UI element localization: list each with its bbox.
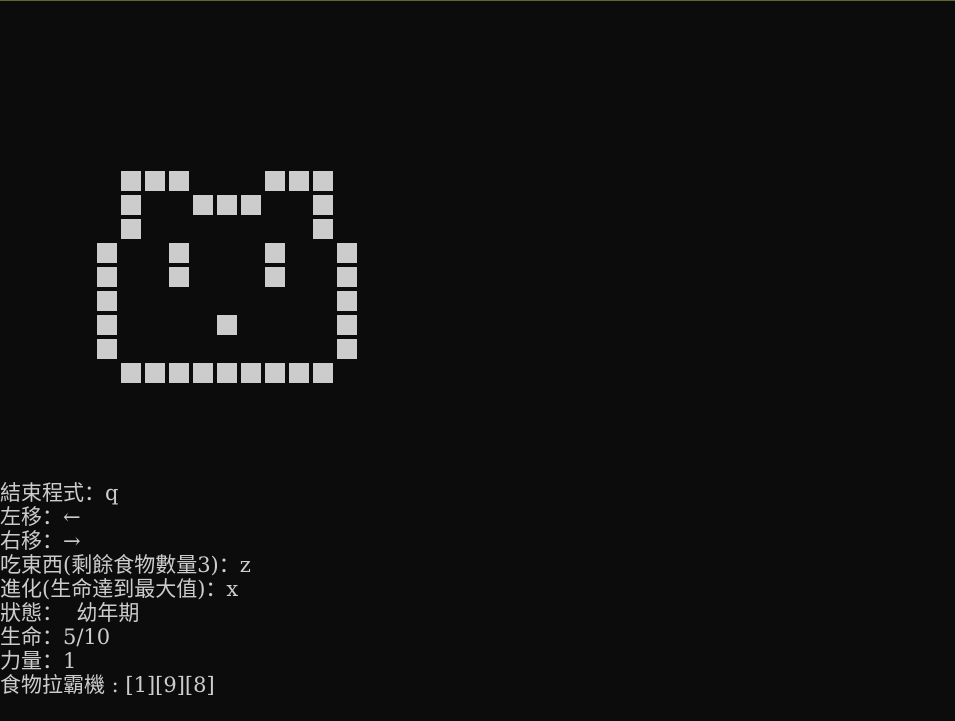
pet-pixel [217,195,237,215]
pet-pixel [145,363,165,383]
pet-pixel [337,315,357,335]
pet-pixel [337,339,357,359]
pet-pixel [121,171,141,191]
pet-eye-right [265,243,285,263]
move-left-control: 左移：← [0,505,251,529]
move-right-control: 右移：→ [0,529,251,553]
eat-control-text: 吃東西(剩餘食物數量3)：z [0,553,251,577]
move-left-control-text: 左移：← [0,505,81,529]
pet-pixel [217,363,237,383]
pet-pixel [265,363,285,383]
slot-machine-text: 食物拉霸機 : [1][9][8] [0,673,215,697]
slot-machine: 食物拉霸機 : [1][9][8] [0,673,251,697]
pet-pixel [313,195,333,215]
status-state-text: 狀態： 幼年期 [0,601,140,625]
pet-pixel [193,363,213,383]
pet-eye-left [169,243,189,263]
pet-pixel [241,195,261,215]
quit-control: 結束程式：q [0,481,251,505]
move-right-control-text: 右移：→ [0,529,81,553]
pet-pixel [313,363,333,383]
evolve-control-text: 進化(生命達到最大值)：x [0,577,239,601]
pet-pixel [313,219,333,239]
console-output: 結束程式：q 左移：← 右移：→ 吃東西(剩餘食物數量3)：z 進化(生命達到最… [0,481,251,697]
pet-pixel [97,339,117,359]
pet-eye-left [169,267,189,287]
pet-pixel [169,363,189,383]
pet-pixel [121,363,141,383]
pet-pixel [121,219,141,239]
status-life-text: 生命：5/10 [0,625,111,649]
pet-pixel [313,171,333,191]
pet-mouth [217,315,237,335]
pet-pixel [193,195,213,215]
status-state: 狀態： 幼年期 [0,601,251,625]
pet-pixel [241,363,261,383]
quit-control-text: 結束程式：q [0,481,119,505]
pet-pixel [265,171,285,191]
eat-control: 吃東西(剩餘食物數量3)：z [0,553,251,577]
pet-pixel [289,171,309,191]
pet-pixel [97,315,117,335]
status-life: 生命：5/10 [0,625,251,649]
pet-pixel [337,243,357,263]
pet-pixel [145,171,165,191]
status-power: 力量：1 [0,649,251,673]
pet-pixel [337,267,357,287]
pet-pixel [337,291,357,311]
pet-pixel [97,243,117,263]
pet-pixel [289,363,309,383]
pet-sprite [0,0,400,420]
pet-pixel [169,171,189,191]
evolve-control: 進化(生命達到最大值)：x [0,577,251,601]
pet-pixel [97,291,117,311]
pet-pixel [97,267,117,287]
status-power-text: 力量：1 [0,649,77,673]
pet-pixel [121,195,141,215]
pet-eye-right [265,267,285,287]
